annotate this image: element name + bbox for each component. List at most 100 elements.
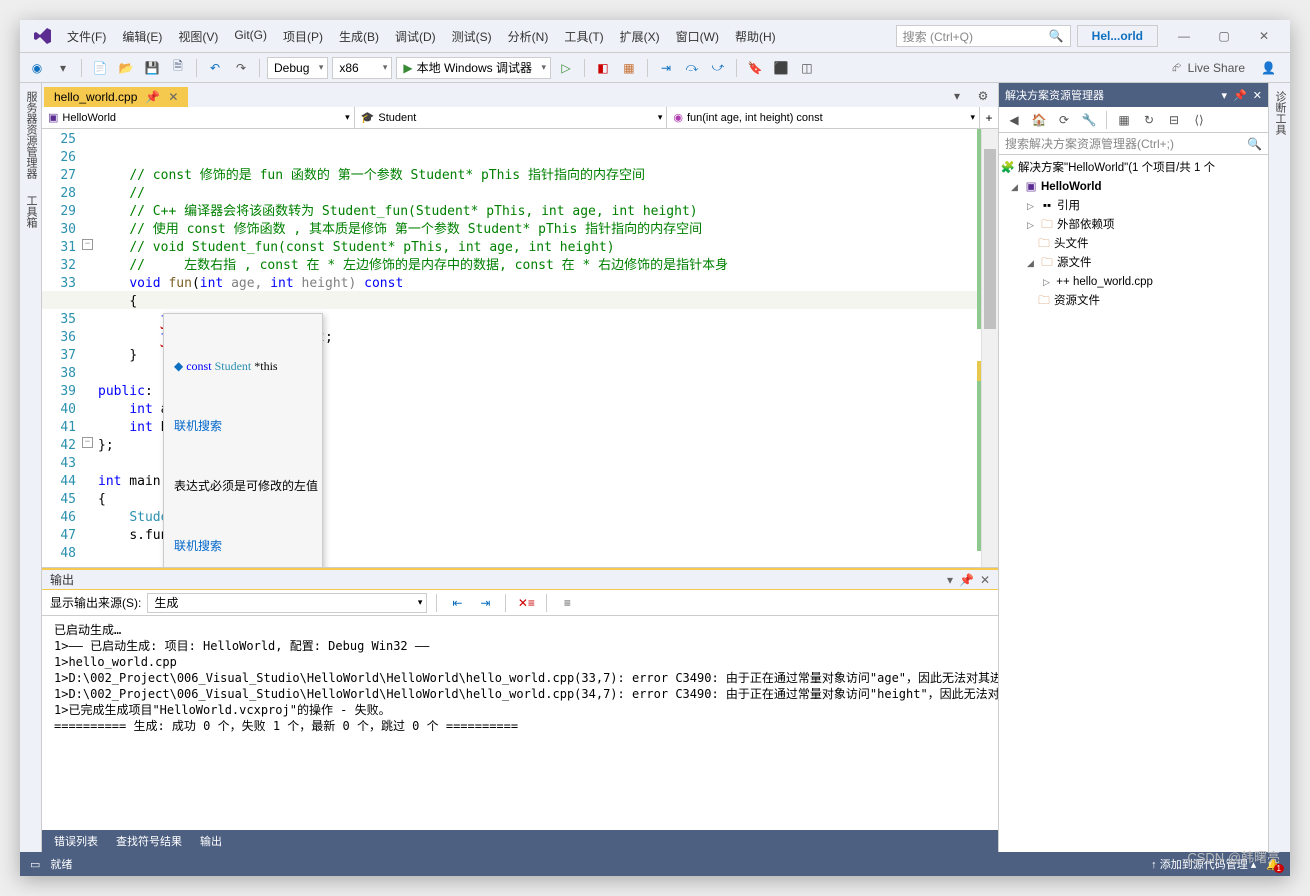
- sol-refresh-icon[interactable]: ↻: [1138, 109, 1160, 131]
- tree-headers[interactable]: 🗀头文件: [1001, 235, 1266, 254]
- maximize-button[interactable]: ▢: [1204, 23, 1244, 49]
- live-share-button[interactable]: ⮳ Live Share 👤: [1164, 60, 1284, 75]
- save-icon[interactable]: 💾: [141, 57, 163, 79]
- vs-logo-icon: [34, 27, 52, 45]
- start-noattach-icon[interactable]: ▷: [555, 57, 577, 79]
- open-icon[interactable]: 📂: [115, 57, 137, 79]
- panel-pin-icon[interactable]: 📌: [1233, 89, 1247, 102]
- close-button[interactable]: ✕: [1244, 23, 1284, 49]
- sol-showall-icon[interactable]: ▦: [1113, 109, 1135, 131]
- menu-project[interactable]: 项目(P): [276, 24, 330, 49]
- menu-edit[interactable]: 编辑(E): [115, 24, 169, 49]
- nav-class[interactable]: 🎓Student: [355, 107, 668, 128]
- menu-file[interactable]: 文件(F): [60, 24, 113, 49]
- menu-extensions[interactable]: 扩展(X): [613, 24, 667, 49]
- new-file-icon[interactable]: 📄: [89, 57, 111, 79]
- panel-close-icon[interactable]: ✕: [980, 573, 990, 587]
- nav-member[interactable]: ◉fun(int age, int height) const: [667, 107, 980, 128]
- sol-sync-icon[interactable]: ⟳: [1053, 109, 1075, 131]
- tool-icon-2[interactable]: ▦: [618, 57, 640, 79]
- panel-close-icon[interactable]: ✕: [1253, 89, 1262, 102]
- tree-project[interactable]: ◢▣HelloWorld: [1001, 178, 1266, 197]
- tab-find-results[interactable]: 查找符号结果: [108, 831, 190, 851]
- menu-window[interactable]: 窗口(W): [669, 24, 726, 49]
- tree-source-file[interactable]: ▷++hello_world.cpp: [1001, 273, 1266, 292]
- toolbox-tab[interactable]: 工具箱: [20, 187, 41, 236]
- save-all-icon[interactable]: 🗎: [167, 57, 189, 79]
- tree-solution-root[interactable]: 🧩解决方案"HelloWorld"(1 个项目/共 1 个: [1001, 159, 1266, 178]
- output-source-combo[interactable]: 生成: [147, 593, 427, 613]
- out-clear-icon[interactable]: ✕≡: [515, 592, 537, 614]
- panel-pin-icon[interactable]: 📌: [959, 573, 974, 587]
- output-text[interactable]: 已启动生成… 1>—— 已启动生成: 项目: HelloWorld, 配置: D…: [42, 616, 998, 830]
- sol-collapse-icon[interactable]: ⊟: [1163, 109, 1185, 131]
- menu-test[interactable]: 测试(S): [445, 24, 499, 49]
- tree-source[interactable]: ◢🗀源文件: [1001, 254, 1266, 273]
- sol-properties-icon[interactable]: ⟨⟩: [1188, 109, 1210, 131]
- nav-plus-icon[interactable]: +: [980, 107, 998, 128]
- global-search[interactable]: 搜索 (Ctrl+Q) 🔍: [896, 25, 1071, 47]
- run-button[interactable]: ▶本地 Windows 调试器: [396, 57, 551, 79]
- close-tab-icon[interactable]: ✕: [168, 90, 178, 104]
- pin-icon[interactable]: 📌: [145, 90, 160, 104]
- tree-refs[interactable]: ▷▪▪引用: [1001, 197, 1266, 216]
- nav-back-icon[interactable]: ◉: [26, 57, 48, 79]
- panel-dropdown-icon[interactable]: ▾: [1222, 89, 1228, 102]
- tooltip-link-2[interactable]: 联机搜索: [174, 534, 312, 558]
- sol-back-icon[interactable]: ◀: [1003, 109, 1025, 131]
- out-prev-icon[interactable]: ⇥: [474, 592, 496, 614]
- undo-icon[interactable]: ↶: [204, 57, 226, 79]
- minimize-button[interactable]: —: [1164, 23, 1204, 49]
- bookmark2-icon[interactable]: ⬛: [770, 57, 792, 79]
- tab-output[interactable]: 输出: [192, 831, 230, 851]
- solution-search[interactable]: 搜索解决方案资源管理器(Ctrl+;) 🔍: [999, 133, 1268, 155]
- tree-external[interactable]: ▷🗀外部依赖项: [1001, 216, 1266, 235]
- tree-resources[interactable]: 🗀资源文件: [1001, 292, 1266, 311]
- doc-tab-active[interactable]: hello_world.cpp 📌 ✕: [44, 87, 188, 107]
- tab-dropdown-icon[interactable]: ▾: [946, 85, 968, 107]
- fold-icon[interactable]: −: [82, 239, 93, 250]
- solution-toolbar: ◀ 🏠 ⟳ 🔧 ▦ ↻ ⊟ ⟨⟩: [999, 107, 1268, 133]
- code-area[interactable]: // const 修饰的是 fun 函数的 第一个参数 Student* pTh…: [98, 129, 981, 567]
- main-menu: 文件(F) 编辑(E) 视图(V) Git(G) 项目(P) 生成(B) 调试(…: [60, 24, 783, 49]
- menu-build[interactable]: 生成(B): [332, 24, 386, 49]
- tab-settings-icon[interactable]: ⚙: [972, 85, 994, 107]
- editor-scrollbar[interactable]: [981, 129, 998, 567]
- platform-combo[interactable]: x86: [332, 57, 392, 79]
- solution-name-badge[interactable]: Hel...orld: [1077, 25, 1158, 47]
- user-icon: 👤: [1261, 61, 1276, 75]
- bookmark3-icon[interactable]: ◫: [796, 57, 818, 79]
- out-goto-icon[interactable]: ⇤: [446, 592, 468, 614]
- step-out-icon[interactable]: ⤻: [707, 57, 729, 79]
- right-side-tabs: 诊断工具: [1268, 83, 1290, 852]
- redo-icon[interactable]: ↷: [230, 57, 252, 79]
- nav-scope[interactable]: ▣HelloWorld: [42, 107, 355, 128]
- menu-tools[interactable]: 工具(T): [557, 24, 610, 49]
- config-combo[interactable]: Debug: [267, 57, 328, 79]
- panel-dropdown-icon[interactable]: ▾: [947, 573, 953, 587]
- sol-tool-icon[interactable]: 🔧: [1078, 109, 1100, 131]
- menu-help[interactable]: 帮助(H): [728, 24, 783, 49]
- step-into-icon[interactable]: ⇥: [655, 57, 677, 79]
- step-over-icon[interactable]: ⤼: [681, 57, 703, 79]
- diagnostics-tab[interactable]: 诊断工具: [1269, 83, 1290, 143]
- share-icon: ⮳: [1172, 60, 1182, 75]
- bookmark-icon[interactable]: 🔖: [744, 57, 766, 79]
- output-source-label: 显示输出来源(S):: [50, 594, 141, 611]
- menu-view[interactable]: 视图(V): [171, 24, 225, 49]
- tooltip-link-1[interactable]: 联机搜索: [174, 414, 312, 438]
- menu-git[interactable]: Git(G): [227, 24, 274, 49]
- status-bar: ▭ 就绪 ↑ 添加到源代码管理 ▴ 🔔1: [20, 852, 1290, 876]
- tab-error-list[interactable]: 错误列表: [46, 831, 106, 851]
- out-wrap-icon[interactable]: ≡: [556, 592, 578, 614]
- server-explorer-tab[interactable]: 服务器资源管理器: [20, 83, 41, 187]
- sol-home-icon[interactable]: 🏠: [1028, 109, 1050, 131]
- menu-debug[interactable]: 调试(D): [388, 24, 443, 49]
- menu-analyze[interactable]: 分析(N): [501, 24, 556, 49]
- code-editor[interactable]: 25 26 27 28 29 30 31 32 33 34 35 36 37 3…: [42, 129, 998, 567]
- tool-icon-1[interactable]: ◧: [592, 57, 614, 79]
- nav-fwd-icon[interactable]: ▾: [52, 57, 74, 79]
- fold-icon[interactable]: −: [82, 437, 93, 448]
- solution-explorer-title: 解决方案资源管理器: [1005, 87, 1104, 103]
- watermark: CSDN @韩曙亮: [1187, 847, 1280, 866]
